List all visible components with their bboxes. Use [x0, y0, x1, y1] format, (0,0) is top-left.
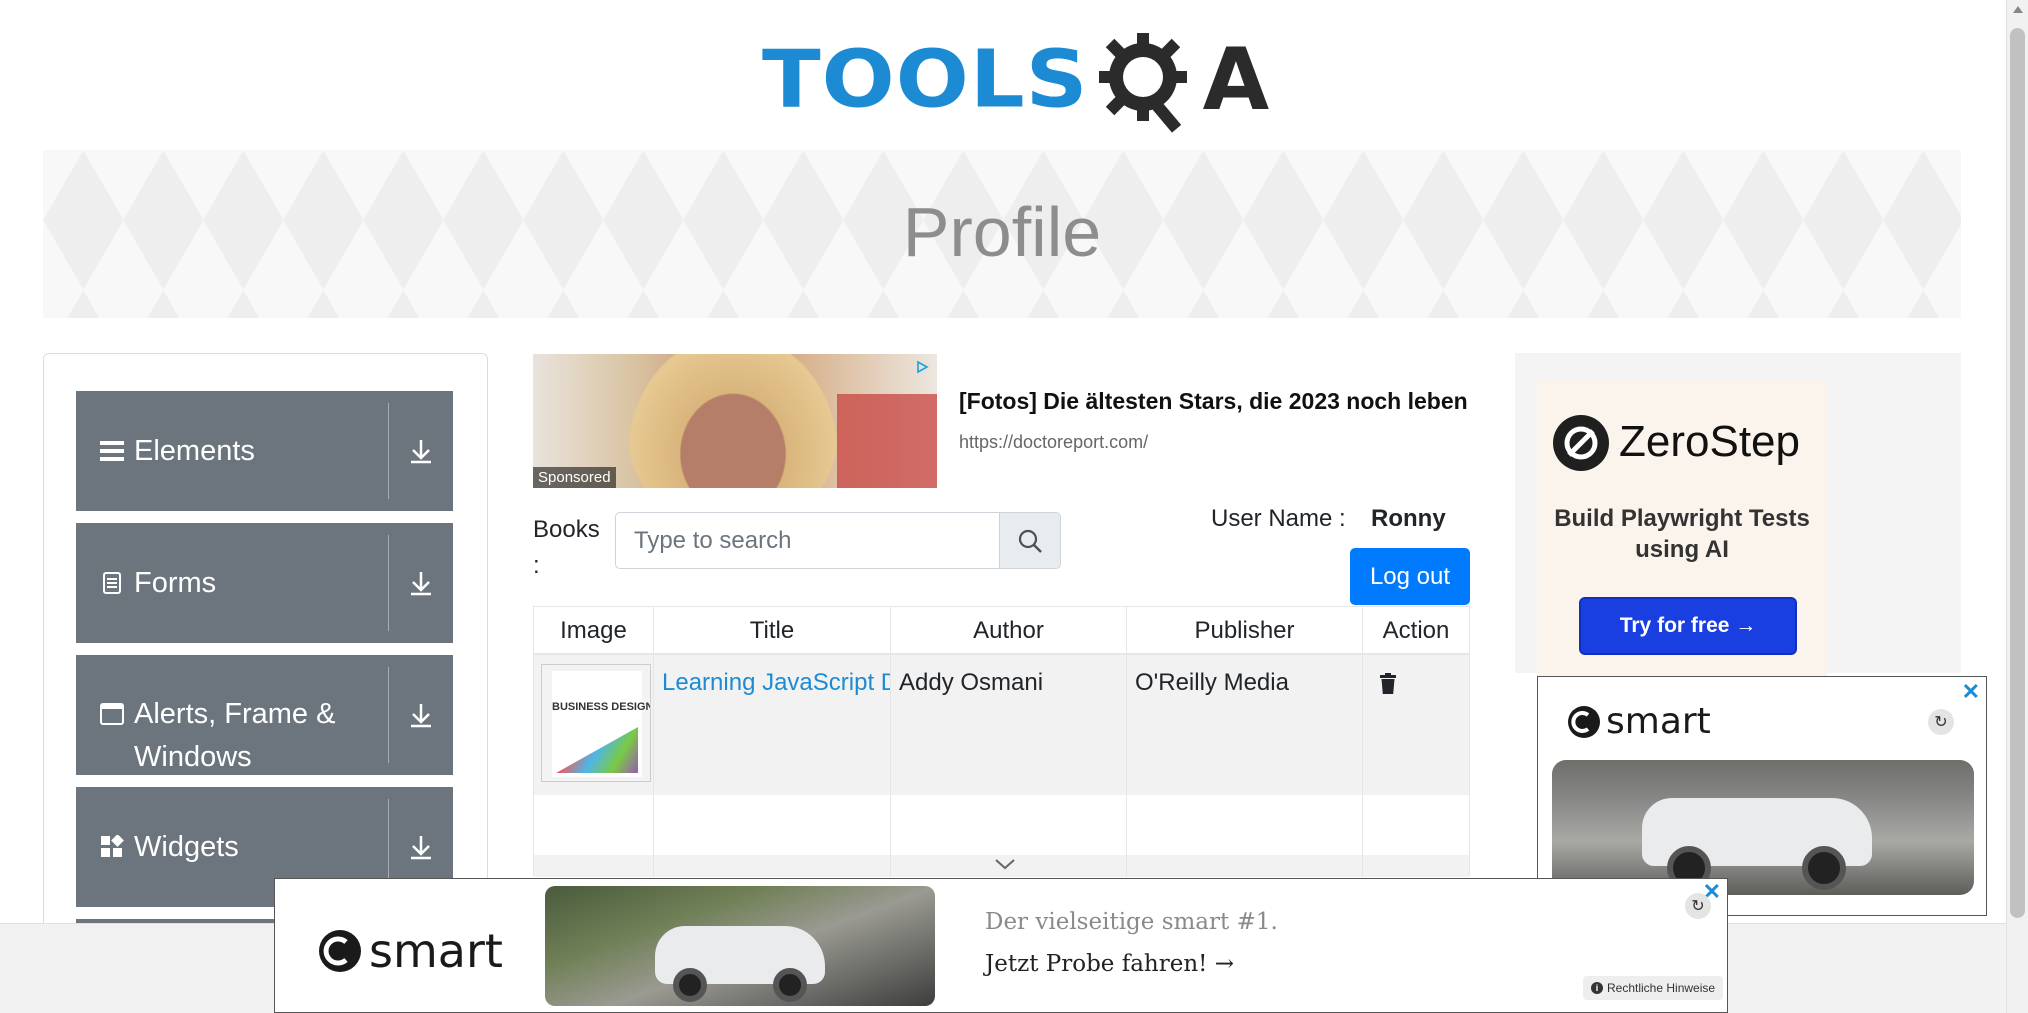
page-title: Profile [902, 193, 1102, 271]
gear-magnifier-icon [1098, 32, 1187, 133]
table-cell-title: Learning JavaScript Design Patterns [654, 655, 891, 795]
table-cell-image: BUSINESS DESIGN [534, 655, 654, 795]
zerostep-card: ZeroStep Build Playwright Tests using AI… [1537, 379, 1827, 679]
smart-logo-icon [1568, 705, 1600, 738]
search-icon [1018, 529, 1042, 553]
ad-headline[interactable]: [Fotos] Die ältesten Stars, die 2023 noc… [959, 388, 1468, 415]
column-header-image[interactable]: Image [534, 607, 654, 653]
page-scrollbar[interactable] [2006, 0, 2028, 1013]
ad-photo-background [837, 394, 937, 488]
close-icon[interactable]: ✕ [1962, 681, 1980, 703]
page: TOOLS A Profile Elements Forms Alerts, F… [0, 0, 2028, 1013]
window-icon [100, 703, 124, 725]
books-label: Books : [533, 516, 600, 579]
sidebar-group-elements[interactable]: Elements [76, 391, 453, 511]
smart-brand-text: smart [1606, 701, 1711, 742]
legal-notice-label: Rechtliche Hinweise [1607, 981, 1716, 995]
table-cell-action [1363, 655, 1469, 795]
column-header-author[interactable]: Author [891, 607, 1127, 653]
zerostep-subtitle: Build Playwright Tests using AI [1554, 505, 1810, 563]
book-cover-image: BUSINESS DESIGN [541, 664, 651, 782]
replay-icon[interactable]: ↻ [1928, 709, 1954, 735]
column-header-publisher[interactable]: Publisher [1127, 607, 1363, 653]
ad-cta-link[interactable]: Jetzt Probe fahren! → [985, 951, 1234, 977]
document-icon [100, 572, 124, 594]
delete-icon[interactable] [1379, 673, 1397, 695]
sponsored-ad[interactable]: Sponsored [Fotos] Die ältesten Stars, di… [533, 354, 1493, 490]
smart-brand: smart [319, 924, 503, 978]
smart-brand-text: smart [369, 924, 503, 978]
table-row: BUSINESS DESIGN Learning JavaScript Desi… [534, 655, 1469, 795]
download-icon[interactable] [403, 565, 439, 601]
smart-ad-bottom[interactable]: smart Der vielseitige smart #1. Jetzt Pr… [274, 878, 1728, 1013]
ad-tagline: Der vielseitige smart #1. [985, 909, 1278, 935]
search-input[interactable] [615, 512, 999, 569]
download-icon[interactable] [403, 829, 439, 865]
scrollbar-thumb[interactable] [2010, 28, 2025, 918]
legal-notice-button[interactable]: i Rechtliche Hinweise [1583, 976, 1724, 1000]
book-title-link[interactable]: Learning JavaScript Design Patterns [662, 669, 890, 696]
car-wheel [773, 968, 807, 1002]
smart-car-image[interactable] [1552, 760, 1974, 895]
logout-button[interactable]: Log out [1350, 548, 1470, 605]
toolsqa-logo[interactable]: TOOLS A [762, 22, 1269, 137]
zerostep-ad[interactable]: ZeroStep Build Playwright Tests using AI… [1515, 353, 1961, 679]
sidebar-group-forms[interactable]: Forms [76, 523, 453, 643]
download-icon[interactable] [403, 433, 439, 469]
smart-car-image[interactable] [545, 886, 935, 1006]
divider [388, 403, 389, 499]
smart-logo-icon [319, 930, 361, 972]
car-wheel [673, 968, 707, 1002]
table-header: Image Title Author Publisher Action [534, 607, 1469, 655]
search-box [615, 512, 1061, 569]
adchoices-icon[interactable] [915, 360, 929, 374]
download-icon[interactable] [403, 697, 439, 733]
table-cell-publisher: O'Reilly Media [1127, 655, 1363, 795]
scroll-up-arrow-icon[interactable] [2013, 6, 2023, 13]
sidebar-group-alerts[interactable]: Alerts, Frame & Windows [76, 655, 453, 775]
books-table: Image Title Author Publisher Action BUSI… [533, 606, 1470, 877]
column-header-action[interactable]: Action [1363, 607, 1469, 653]
divider [388, 535, 389, 631]
username-label: User Name : [1211, 505, 1346, 532]
book-cover: BUSINESS DESIGN [552, 671, 651, 777]
ad-url[interactable]: https://doctoreport.com/ [959, 432, 1148, 453]
logo-text-a: A [1202, 29, 1270, 130]
info-icon: i [1591, 982, 1603, 994]
zerostep-brand: ZeroStep [1619, 417, 1800, 466]
try-for-free-button[interactable]: Try for free → [1579, 597, 1797, 655]
search-button[interactable] [999, 512, 1061, 569]
replay-icon[interactable]: ↻ [1685, 893, 1711, 919]
widgets-icon [100, 835, 124, 859]
chevron-down-icon[interactable] [994, 857, 1016, 871]
ad-photo[interactable]: Sponsored [533, 354, 937, 488]
hamburger-icon [100, 440, 124, 462]
sponsored-label: Sponsored [533, 467, 616, 488]
page-banner: Profile [43, 150, 1961, 318]
zerostep-logo-icon [1553, 415, 1609, 471]
logo-text-tools: TOOLS [762, 33, 1089, 126]
ad-photo-subject [628, 354, 838, 488]
book-cover-title: BUSINESS DESIGN [552, 701, 651, 713]
book-cover-art [556, 727, 638, 773]
username-value: Ronny [1371, 505, 1446, 532]
car-wheel [1802, 846, 1846, 890]
smart-brand: smart [1568, 701, 1711, 742]
table-cell-author: Addy Osmani [891, 655, 1127, 795]
column-header-title[interactable]: Title [654, 607, 891, 653]
table-row-empty [534, 795, 1469, 855]
divider [388, 667, 389, 763]
